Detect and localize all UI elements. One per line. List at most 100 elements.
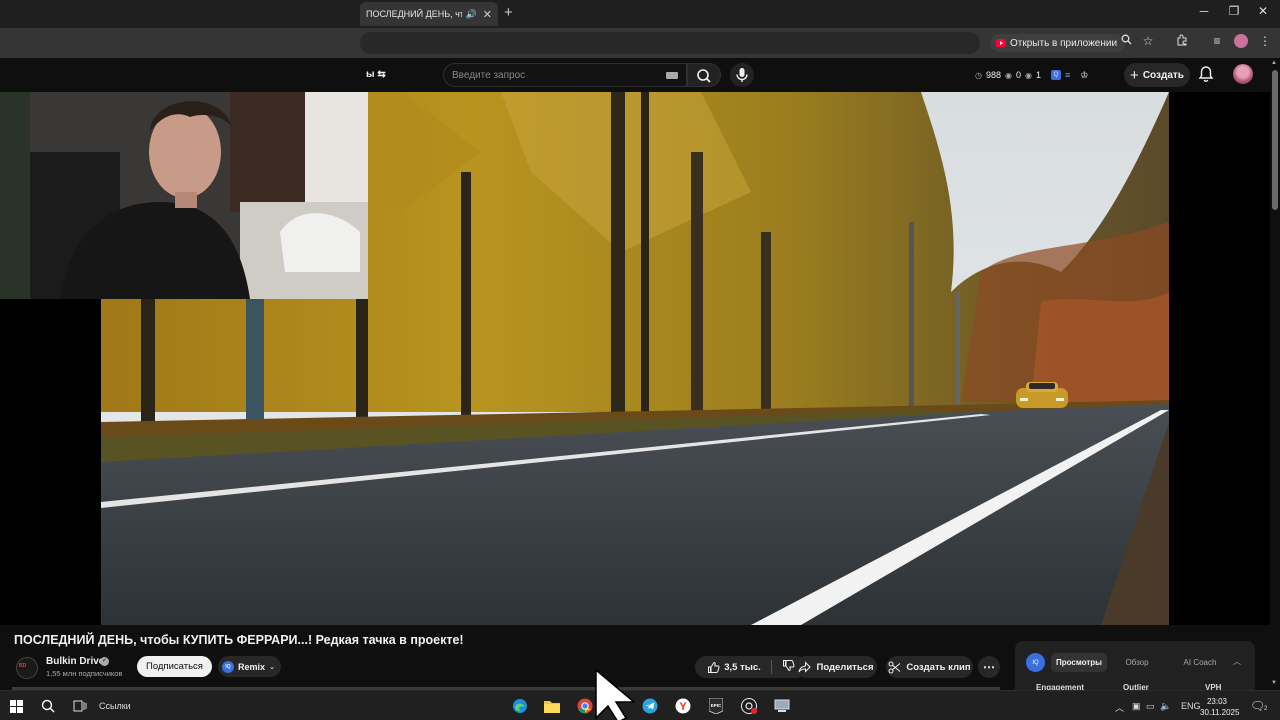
close-window-icon[interactable]: ✕	[1251, 4, 1275, 18]
restore-icon[interactable]: ❐	[1222, 4, 1246, 18]
chevron-down-icon: ⌄	[269, 663, 275, 671]
mouse-cursor-icon	[594, 668, 646, 720]
remix-button[interactable]: IQ Remix ⌄	[218, 656, 281, 677]
list-icon[interactable]: ≡	[1065, 70, 1070, 80]
svg-text:Y: Y	[679, 701, 687, 713]
file-explorer-icon[interactable]	[542, 696, 562, 716]
clip-label: Создать клип	[906, 661, 971, 673]
search-button[interactable]	[687, 63, 721, 87]
verified-check-icon: ✓	[100, 657, 109, 666]
tab-views[interactable]: Просмотры	[1051, 653, 1107, 672]
links-toolbar-label[interactable]: Ссылки	[99, 701, 131, 711]
bell-icon	[1198, 66, 1214, 82]
yandex-browser-icon[interactable]: Y	[673, 696, 693, 716]
webcam-overlay	[0, 92, 368, 299]
filter-icon: ⇆	[377, 69, 386, 80]
subscriber-count: 1,55 млн подписчиков	[46, 669, 123, 678]
remix-icon: IQ	[222, 660, 234, 673]
open-in-app-button[interactable]: Открыть в приложении	[990, 34, 1126, 52]
chrome-icon[interactable]	[575, 696, 595, 716]
stat-views: 988	[985, 70, 1002, 80]
stat-watching: 1	[1036, 70, 1042, 80]
volume-icon[interactable]: 🔈	[1160, 701, 1171, 712]
tab-ai-coach[interactable]: AI Coach	[1171, 653, 1229, 672]
thumbs-down-icon	[782, 660, 795, 672]
search-box[interactable]	[443, 63, 687, 87]
extension-badge-icon[interactable]: Q	[1051, 70, 1062, 80]
scrollbar-thumb[interactable]	[1272, 70, 1278, 210]
clock-date: 30.11.2025	[1200, 708, 1240, 717]
open-in-app-label: Открыть в приложении	[1010, 37, 1118, 49]
thumbs-up-icon	[708, 661, 720, 673]
like-divider	[770, 660, 772, 674]
edge-icon[interactable]	[510, 696, 530, 716]
microphone-icon	[736, 68, 748, 82]
task-view-icon[interactable]	[70, 696, 90, 716]
svg-text:EPIC: EPIC	[711, 703, 722, 708]
channel-avatar[interactable]: BD	[16, 657, 38, 679]
youtube-logo-icon	[996, 39, 1006, 47]
video-player[interactable]	[0, 92, 1270, 625]
viewer-icon: ◉	[1025, 70, 1032, 80]
tab-title: ПОСЛЕДНИЙ ДЕНЬ, чтобы	[366, 9, 462, 19]
address-bar[interactable]	[360, 32, 980, 54]
clock-icon: ◷	[975, 70, 982, 80]
extension-stats: ◷ 988 ◉ 0 ◉ 1 Q ≡ ♔	[975, 67, 1115, 83]
plus-icon: +	[1130, 66, 1139, 84]
chevron-up-icon[interactable]: ︿	[1233, 656, 1241, 667]
search-input[interactable]	[452, 68, 652, 83]
panel-logo: IQ	[1026, 653, 1045, 672]
like-dislike-group: 3,5 тыс.	[695, 656, 807, 678]
like-button[interactable]: 3,5 тыс.	[707, 661, 761, 674]
like-count: 3,5 тыс.	[724, 661, 761, 673]
share-button[interactable]: Поделиться	[795, 656, 877, 678]
subscribe-button[interactable]: Подписаться	[137, 656, 212, 677]
award-icon[interactable]: ♔	[1080, 70, 1088, 81]
dislike-button[interactable]	[782, 659, 795, 675]
remix-label: Remix	[238, 661, 266, 672]
more-actions-button[interactable]: ⋯	[978, 656, 1000, 678]
youtube-masthead: ы ⇆ ◷ 988 ◉ 0 ◉ 1 Q ≡ ♔ + Создать	[0, 58, 1280, 92]
tray-chevron-icon[interactable]: ︿	[1115, 701, 1124, 714]
scroll-up-icon[interactable]: ▲	[1271, 60, 1277, 66]
browser-toolbar: Открыть в приложении ☆ ≡ ⋮	[0, 28, 1280, 58]
media-controls-icon[interactable]: ≡	[1208, 34, 1226, 48]
create-label: Создать	[1142, 69, 1184, 81]
extensions-icon[interactable]	[1173, 34, 1191, 49]
chip-fragment[interactable]: ы ⇆	[366, 69, 386, 80]
record-app-icon[interactable]	[739, 696, 759, 716]
epic-games-icon[interactable]: EPIC	[706, 696, 726, 716]
account-avatar[interactable]	[1233, 64, 1253, 84]
eye-icon: ◉	[1005, 70, 1012, 80]
share-label: Поделиться	[816, 661, 874, 673]
browser-menu-icon[interactable]: ⋮	[1256, 34, 1274, 48]
browser-profile-avatar[interactable]	[1234, 34, 1248, 48]
tray-app-icon[interactable]: ▣	[1132, 701, 1141, 712]
tab-overview[interactable]: Обзор	[1115, 653, 1159, 672]
browser-tab-bar: ПОСЛЕДНИЙ ДЕНЬ, чтобы 🔊 ✕ + ─ ❐ ✕	[0, 0, 1280, 28]
browser-tab[interactable]: ПОСЛЕДНИЙ ДЕНЬ, чтобы 🔊 ✕	[360, 2, 498, 26]
speaker-icon[interactable]: 🔊	[466, 9, 477, 20]
share-arrow-icon	[798, 661, 812, 673]
page-scrollbar[interactable]: ▲ ▼	[1270, 58, 1280, 690]
windows-start-icon[interactable]	[6, 696, 26, 716]
scroll-down-icon[interactable]: ▼	[1271, 680, 1277, 686]
minimize-icon[interactable]: ─	[1192, 4, 1216, 18]
new-tab-icon[interactable]: +	[504, 4, 513, 21]
language-indicator[interactable]: ENG	[1181, 701, 1201, 711]
network-app-icon[interactable]	[772, 696, 792, 716]
bookmark-star-icon[interactable]: ☆	[1139, 34, 1157, 48]
clock-time: 23:03	[1206, 697, 1228, 706]
voice-search-button[interactable]	[730, 63, 754, 87]
notification-center-icon[interactable]: 🗨	[1250, 699, 1265, 713]
network-icon[interactable]: ▭	[1146, 701, 1155, 712]
zoom-icon[interactable]	[1117, 34, 1135, 48]
channel-name[interactable]: Bulkin Drive	[46, 656, 104, 667]
create-button[interactable]: + Создать	[1124, 63, 1190, 87]
system-clock[interactable]: 23:03 30.11.2025	[1200, 696, 1240, 718]
tab-close-icon[interactable]: ✕	[483, 8, 492, 21]
create-clip-button[interactable]: Создать клип	[886, 656, 973, 678]
notifications-button[interactable]	[1198, 65, 1214, 88]
keyboard-icon[interactable]	[666, 72, 678, 79]
taskbar-search-icon[interactable]	[38, 696, 58, 716]
